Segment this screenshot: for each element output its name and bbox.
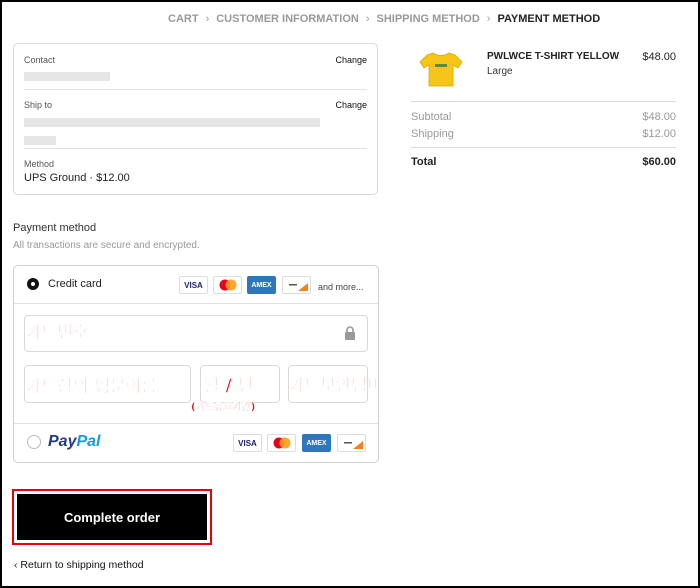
breadcrumb-cart[interactable]: CART (168, 13, 199, 25)
chevron-right-icon: › (365, 13, 370, 25)
subtotal-value: $48.00 (642, 111, 676, 123)
complete-order-highlight: Complete order (12, 489, 212, 545)
divider (411, 147, 676, 148)
mastercard-logo-icon (213, 276, 242, 294)
return-to-shipping-label: Return to shipping method (20, 559, 144, 571)
divider (24, 148, 367, 149)
breadcrumb-customer-information[interactable]: CUSTOMER INFORMATION (216, 13, 359, 25)
method-value: UPS Ground · $12.00 (24, 172, 130, 184)
card-number-hint: 카드번호 (26, 323, 89, 344)
discover-logo-icon (337, 434, 366, 452)
ship-to-value-redacted (24, 114, 367, 150)
breadcrumb: CART › CUSTOMER INFORMATION › SHIPPING METHO… (168, 13, 600, 25)
contact-label: Contact (24, 55, 56, 65)
chevron-right-icon: › (205, 13, 210, 25)
amex-logo-icon: AMEX (302, 434, 331, 452)
divider (24, 89, 367, 90)
method-label: Method (24, 159, 55, 169)
complete-order-button[interactable]: Complete order (17, 494, 207, 540)
shipping-label: Shipping (411, 128, 454, 140)
credit-card-label: Credit card (48, 278, 102, 290)
payment-method-title: Payment method (13, 222, 97, 234)
breadcrumb-shipping-method[interactable]: SHIPPING METHOD (377, 13, 480, 25)
paypal-option[interactable]: PayPal VISA AMEX (14, 423, 378, 462)
product-price: $48.00 (642, 51, 676, 63)
amex-logo-icon: AMEX (247, 276, 276, 294)
expiration-sub-hint: (카드유효기간) (191, 402, 256, 413)
subtotal-label: Subtotal (411, 111, 452, 123)
expiration-hint: 월 / 년 (204, 376, 254, 397)
discover-logo-icon (282, 276, 311, 294)
return-to-shipping-link[interactable]: ‹ Return to shipping method (14, 559, 144, 571)
method-row: Method UPS Ground · $12.00 (24, 159, 367, 189)
change-contact-link[interactable]: Change (335, 55, 367, 65)
payment-options-box: Credit card VISA AMEX and more... 카드번호 카… (13, 265, 379, 463)
security-code-hint: 카드보안넘버 (289, 376, 379, 397)
ship-to-row: Ship to Change (24, 100, 367, 145)
order-info-box: Contact Change Ship to Change Method UPS… (13, 43, 378, 195)
contact-row: Contact Change (24, 55, 367, 85)
product-variant: Large (487, 66, 513, 77)
paypal-radio[interactable] (27, 435, 41, 449)
product-name: PWLWCE T-SHIRT YELLOW (487, 51, 620, 62)
credit-card-radio[interactable] (27, 278, 39, 290)
visa-logo-icon: VISA (179, 276, 208, 294)
credit-card-option[interactable]: Credit card VISA AMEX and more... (14, 266, 378, 304)
total-label: Total (411, 156, 437, 168)
visa-logo-icon: VISA (233, 434, 262, 452)
contact-value-redacted (24, 68, 367, 86)
divider (411, 101, 676, 102)
tshirt-icon (419, 52, 463, 87)
chevron-right-icon: › (486, 13, 491, 25)
ship-to-label: Ship to (24, 100, 53, 110)
product-thumbnail (416, 48, 466, 90)
lock-icon (345, 326, 355, 340)
name-on-card-hint: 카드상의 영문이름 (26, 377, 158, 398)
mastercard-logo-icon (267, 434, 296, 452)
shipping-value: $12.00 (642, 128, 676, 140)
payment-method-subtitle: All transactions are secure and encrypte… (13, 240, 200, 251)
breadcrumb-payment-method: PAYMENT METHOD (497, 13, 601, 25)
change-ship-to-link[interactable]: Change (335, 100, 367, 110)
paypal-logo-icon: PayPal (48, 433, 101, 450)
and-more-label: and more... (318, 282, 364, 292)
total-value: $60.00 (642, 156, 676, 168)
